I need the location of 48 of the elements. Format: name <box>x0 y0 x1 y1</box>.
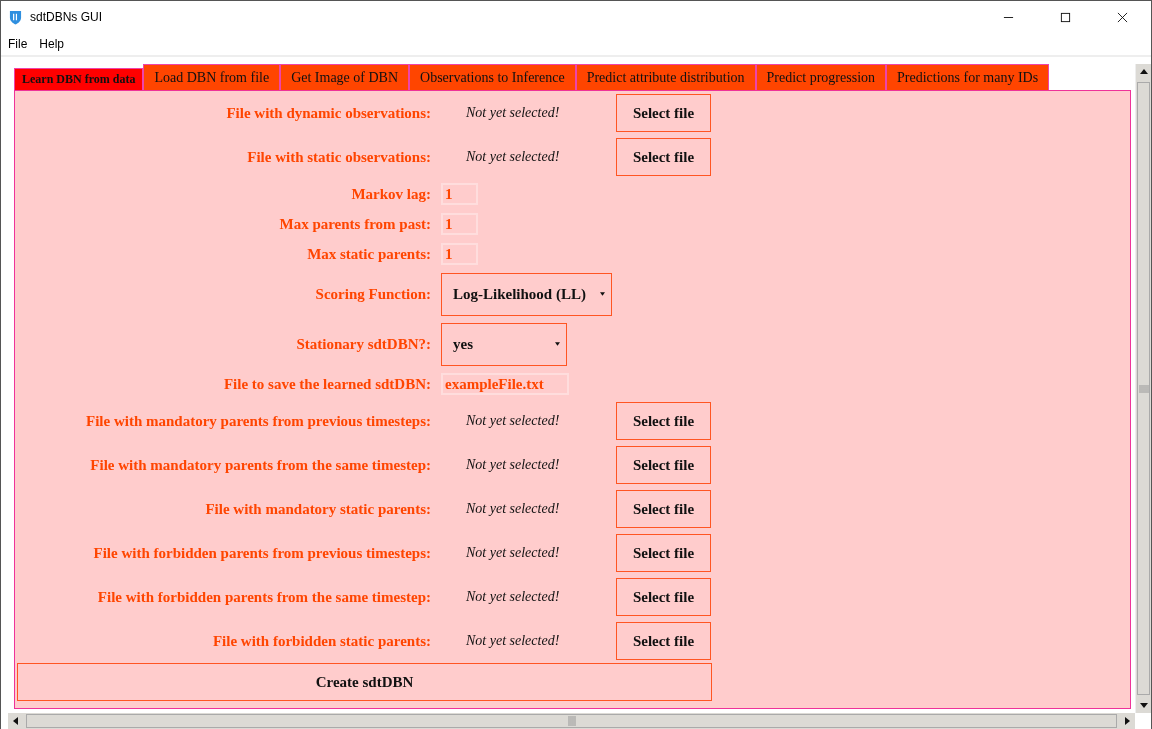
grip-icon <box>567 716 576 726</box>
field-label: Scoring Function: <box>314 285 431 303</box>
field-label: Stationary sdtDBN?: <box>295 335 431 353</box>
select-file-button[interactable]: Select file <box>616 534 711 572</box>
caret-icon <box>555 342 560 346</box>
field-label: File with mandatory static parents: <box>204 500 431 518</box>
field-label: Max parents from past: <box>278 215 431 233</box>
field-label: File with forbidden parents from the same timestep: <box>96 588 431 606</box>
select-file-button[interactable]: Select file <box>616 446 711 484</box>
select-file-button[interactable]: Select file <box>616 138 711 176</box>
field-label: File with forbidden parents from previous timesteps: <box>92 544 431 562</box>
tab[interactable]: Observations to Inference <box>409 64 576 90</box>
select-file-button[interactable]: Select file <box>616 490 711 528</box>
menu-item[interactable]: Help <box>39 37 65 51</box>
dropdown[interactable]: yes <box>441 322 567 366</box>
tab[interactable]: Predictions for many IDs <box>886 64 1050 90</box>
field-label: Max static parents: <box>306 245 431 263</box>
file-status: Not yet selected! <box>465 589 561 605</box>
field-label: Markov lag: <box>350 185 431 203</box>
field-label: File with mandatory parents from the same timestep: <box>89 456 431 474</box>
field-label: File with dynamic observations: <box>225 104 431 122</box>
file-status: Not yet selected! <box>465 413 561 429</box>
select-file-button[interactable]: Select file <box>616 402 711 440</box>
select-file-button[interactable]: Select file <box>616 578 711 616</box>
select-file-button[interactable]: Select file <box>616 94 711 132</box>
shield-icon <box>9 9 22 25</box>
caret-icon <box>599 292 605 296</box>
create-button[interactable]: Create sdtDBN <box>17 663 712 701</box>
tab[interactable]: Predict progression <box>755 64 887 90</box>
window-title: sdtDBNs GUI <box>30 10 103 24</box>
tab[interactable]: Load DBN from file <box>143 64 281 90</box>
field-label: File with mandatory parents from previous timesteps: <box>85 412 431 430</box>
file-status: Not yet selected! <box>465 105 561 121</box>
file-status: Not yet selected! <box>465 457 561 473</box>
tab[interactable]: Learn DBN from data <box>14 68 144 90</box>
dropdown[interactable]: Log-Likelihood (LL) <box>441 272 612 316</box>
file-status: Not yet selected! <box>465 149 561 165</box>
file-status: Not yet selected! <box>465 545 561 561</box>
file-status: Not yet selected! <box>465 501 561 517</box>
field-label: File to save the learned sdtDBN: <box>222 375 431 393</box>
field-label: File with forbidden static parents: <box>211 632 431 650</box>
field-label: File with static observations: <box>246 148 431 166</box>
menu-item[interactable]: File <box>8 37 28 51</box>
tab[interactable]: Predict attribute distribution <box>575 64 756 90</box>
grip-icon <box>1138 384 1149 393</box>
select-file-button[interactable]: Select file <box>616 622 711 660</box>
file-status: Not yet selected! <box>465 633 561 649</box>
tab[interactable]: Get Image of DBN <box>280 64 410 90</box>
